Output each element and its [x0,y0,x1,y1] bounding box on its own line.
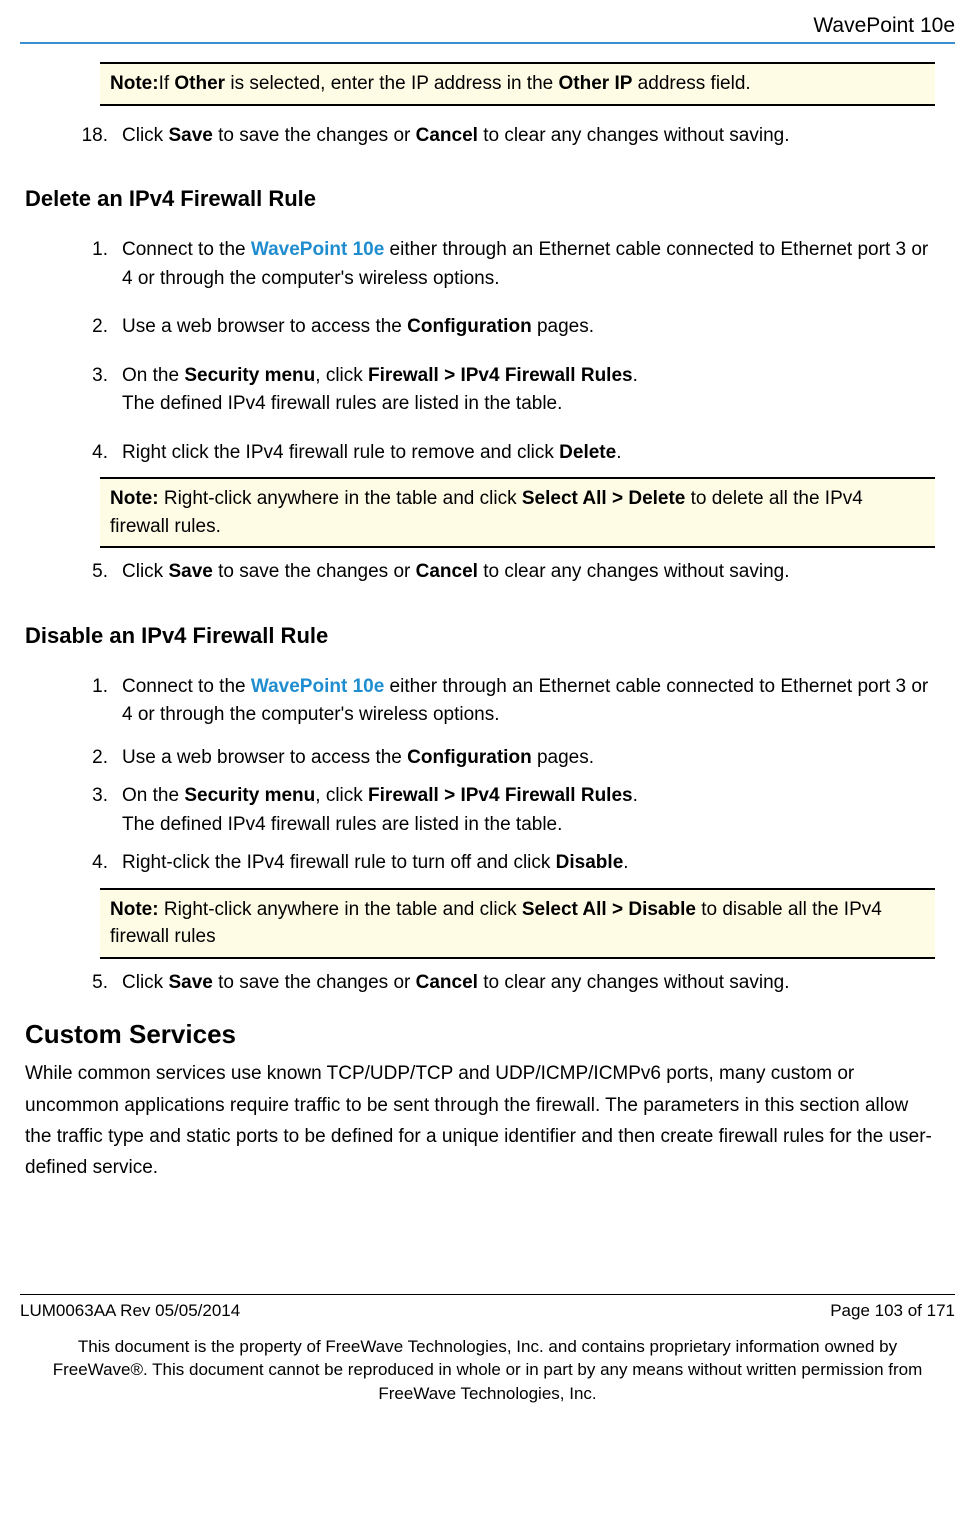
delete-step-1: 1. Connect to the WavePoint 10e either t… [60,236,935,293]
delete-step-5: 5. Click Save to save the changes or Can… [60,558,935,587]
custom-services-paragraph: While common services use known TCP/UDP/… [25,1058,935,1183]
delete-step-4: 4. Right click the IPv4 firewall rule to… [60,439,935,468]
note-other-ip: Note:If Other is selected, enter the IP … [100,62,935,106]
note-disable-all: Note: Right-click anywhere in the table … [100,888,935,959]
header-divider [20,42,955,44]
delete-step-2: 2. Use a web browser to access the Confi… [60,313,935,342]
step-18: 18. Click Save to save the changes or Ca… [60,122,935,151]
disable-step-4: 4. Right-click the IPv4 firewall rule to… [60,849,935,878]
heading-delete-ipv4: Delete an IPv4 Firewall Rule [25,186,955,212]
disable-step-2: 2. Use a web browser to access the Confi… [60,744,935,773]
heading-disable-ipv4: Disable an IPv4 Firewall Rule [25,623,955,649]
note-delete-all: Note: Right-click anywhere in the table … [100,477,935,548]
heading-custom-services: Custom Services [25,1019,955,1050]
delete-step-3: 3. On the Security menu, click Firewall … [60,362,935,419]
footer-docnum: LUM0063AA Rev 05/05/2014 [20,1301,240,1321]
footer-divider [20,1294,955,1295]
note-label: Note: [110,73,159,94]
footer-page: Page 103 of 171 [830,1301,955,1321]
header-product-name: WavePoint 10e [20,14,955,38]
link-wavepoint[interactable]: WavePoint 10e [251,239,384,260]
disable-step-3: 3. On the Security menu, click Firewall … [60,782,935,839]
disable-step-5: 5. Click Save to save the changes or Can… [60,969,935,998]
disable-step-1: 1. Connect to the WavePoint 10e either t… [60,673,935,730]
footer-legal: This document is the property of FreeWav… [30,1335,945,1406]
step-num: 18. [60,122,122,151]
link-wavepoint[interactable]: WavePoint 10e [251,676,384,697]
